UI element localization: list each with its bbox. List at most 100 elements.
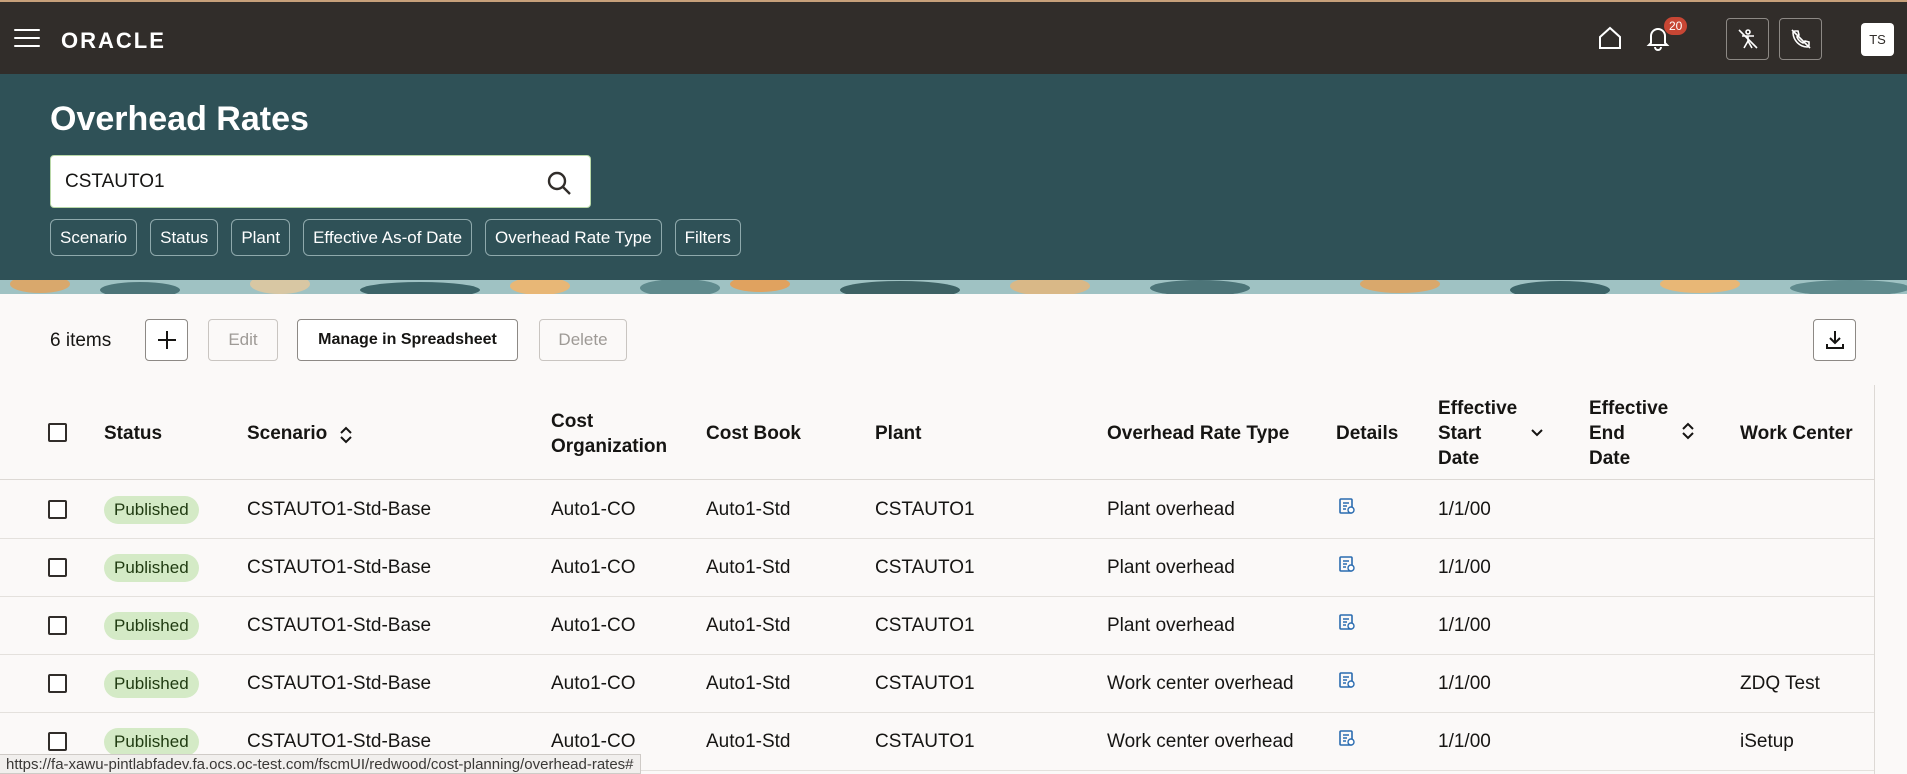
cell-eff-start: 1/1/00 <box>1438 615 1491 636</box>
column-header-work-center[interactable]: Work Center <box>1740 421 1853 446</box>
row-checkbox[interactable] <box>48 616 67 635</box>
top-navigation-bar: ORACLE TS <box>0 0 1907 74</box>
cell-scenario: CSTAUTO1-Std-Base <box>247 731 432 752</box>
column-header-effective-end-date-line3: Date <box>1589 448 1631 469</box>
home-icon[interactable] <box>1594 22 1626 54</box>
manage-in-spreadsheet-button[interactable]: Manage in Spreadsheet <box>297 319 518 361</box>
column-header-effective-end-date[interactable]: Effective End Date <box>1589 396 1668 471</box>
filter-chips: Scenario Status Plant Effective As-of Da… <box>50 219 741 256</box>
page-title: Overhead Rates <box>50 100 309 138</box>
search-input[interactable] <box>65 169 535 195</box>
sort-unsorted-icon[interactable] <box>1680 421 1696 441</box>
row-checkbox[interactable] <box>48 674 67 693</box>
download-button[interactable] <box>1813 319 1856 361</box>
column-divider <box>1874 385 1875 774</box>
cell-plant: CSTAUTO1 <box>875 557 975 578</box>
cell-cost-org: Auto1-CO <box>551 557 636 578</box>
status-badge: Published <box>104 670 199 698</box>
edit-button[interactable]: Edit <box>208 319 278 361</box>
table-header: Status Scenario Cost Organization Cost B… <box>0 385 1875 480</box>
column-header-status[interactable]: Status <box>104 421 162 446</box>
column-header-cost-organization-line1: Cost <box>551 411 594 432</box>
cell-cost-book: Auto1-Std <box>706 673 791 694</box>
cell-rate-type: Plant overhead <box>1107 615 1235 636</box>
cell-plant: CSTAUTO1 <box>875 615 975 636</box>
column-header-effective-end-date-line1: Effective <box>1589 398 1669 419</box>
download-icon <box>1825 331 1844 349</box>
row-checkbox[interactable] <box>48 558 67 577</box>
cell-eff-start: 1/1/00 <box>1438 557 1491 578</box>
cell-rate-type: Plant overhead <box>1107 557 1235 578</box>
row-checkbox[interactable] <box>48 500 67 519</box>
cell-work-center: ZDQ Test <box>1740 673 1820 694</box>
add-button[interactable] <box>145 319 188 361</box>
sort-unsorted-icon[interactable] <box>338 425 354 445</box>
column-header-effective-end-date-line2: End <box>1589 423 1625 444</box>
column-header-cost-organization[interactable]: Cost Organization <box>551 409 667 459</box>
status-badge: Published <box>104 496 199 524</box>
cell-cost-org: Auto1-CO <box>551 731 636 752</box>
filter-chip-effective-date[interactable]: Effective As-of Date <box>303 219 473 256</box>
column-header-overhead-rate-type[interactable]: Overhead Rate Type <box>1107 421 1289 446</box>
column-header-effective-start-date-line1: Effective <box>1438 398 1518 419</box>
filter-chip-plant[interactable]: Plant <box>231 219 291 256</box>
row-checkbox[interactable] <box>48 732 67 751</box>
cell-eff-start: 1/1/00 <box>1438 499 1491 520</box>
table-row[interactable]: Published CSTAUTO1-Std-Base Auto1-CO Auto1-… <box>0 539 1875 597</box>
search-field[interactable] <box>50 155 591 208</box>
cell-cost-org: Auto1-CO <box>551 499 636 520</box>
cell-scenario: CSTAUTO1-Std-Base <box>247 499 432 520</box>
filter-chip-status[interactable]: Status <box>150 219 219 256</box>
oracle-logo: ORACLE <box>61 28 166 53</box>
column-header-effective-start-date-line2: Start <box>1438 423 1482 444</box>
search-icon[interactable] <box>546 170 572 201</box>
cell-cost-book: Auto1-Std <box>706 731 791 752</box>
cell-cost-book: Auto1-Std <box>706 615 791 636</box>
sort-descending-icon[interactable] <box>1529 425 1545 441</box>
details-icon[interactable] <box>1338 497 1356 520</box>
column-header-plant[interactable]: Plant <box>875 421 921 446</box>
item-count: 6 items <box>50 330 112 351</box>
table-row[interactable]: Published CSTAUTO1-Std-Base Auto1-CO Auto1-… <box>0 597 1875 655</box>
column-header-scenario[interactable]: Scenario <box>247 421 327 446</box>
cell-scenario: CSTAUTO1-Std-Base <box>247 673 432 694</box>
cell-work-center: iSetup <box>1740 731 1794 752</box>
status-badge: Published <box>104 728 199 756</box>
details-icon[interactable] <box>1338 613 1356 636</box>
status-badge: Published <box>104 554 199 582</box>
cell-rate-type: Work center overhead <box>1107 673 1294 694</box>
notification-count-badge: 20 <box>1664 17 1688 35</box>
plus-icon <box>157 331 176 349</box>
cell-cost-book: Auto1-Std <box>706 557 791 578</box>
hamburger-menu-icon[interactable] <box>14 29 40 49</box>
call-off-icon[interactable] <box>1779 18 1822 60</box>
details-icon[interactable] <box>1338 555 1356 578</box>
cell-rate-type: Work center overhead <box>1107 731 1294 752</box>
cell-plant: CSTAUTO1 <box>875 731 975 752</box>
filter-chip-filters[interactable]: Filters <box>674 219 741 256</box>
cell-cost-org: Auto1-CO <box>551 673 636 694</box>
accessibility-off-icon[interactable] <box>1726 18 1769 60</box>
cell-cost-org: Auto1-CO <box>551 615 636 636</box>
table-row[interactable]: Published CSTAUTO1-Std-Base Auto1-CO Auto1-… <box>0 655 1875 713</box>
cell-cost-book: Auto1-Std <box>706 499 791 520</box>
filter-chip-rate-type[interactable]: Overhead Rate Type <box>485 219 662 256</box>
column-header-effective-start-date-line3: Date <box>1438 448 1480 469</box>
filter-chip-scenario[interactable]: Scenario <box>50 219 138 256</box>
cell-scenario: CSTAUTO1-Std-Base <box>247 615 432 636</box>
cell-rate-type: Plant overhead <box>1107 499 1235 520</box>
cell-scenario: CSTAUTO1-Std-Base <box>247 557 432 578</box>
select-all-checkbox[interactable] <box>48 423 67 442</box>
cell-eff-start: 1/1/00 <box>1438 731 1491 752</box>
details-icon[interactable] <box>1338 671 1356 694</box>
cell-plant: CSTAUTO1 <box>875 499 975 520</box>
details-icon[interactable] <box>1338 729 1356 752</box>
column-header-cost-book[interactable]: Cost Book <box>706 421 801 446</box>
user-avatar[interactable]: TS <box>1861 23 1894 56</box>
delete-button[interactable]: Delete <box>539 319 627 361</box>
column-header-details: Details <box>1336 423 1399 444</box>
table-row[interactable]: Published CSTAUTO1-Std-Base Auto1-CO Auto1-… <box>0 481 1875 539</box>
column-header-effective-start-date[interactable]: Effective Start Date <box>1438 396 1517 471</box>
status-bar-url: https://fa-xawu-pintlabfadev.fa.ocs.oc-t… <box>0 754 641 774</box>
cell-plant: CSTAUTO1 <box>875 673 975 694</box>
